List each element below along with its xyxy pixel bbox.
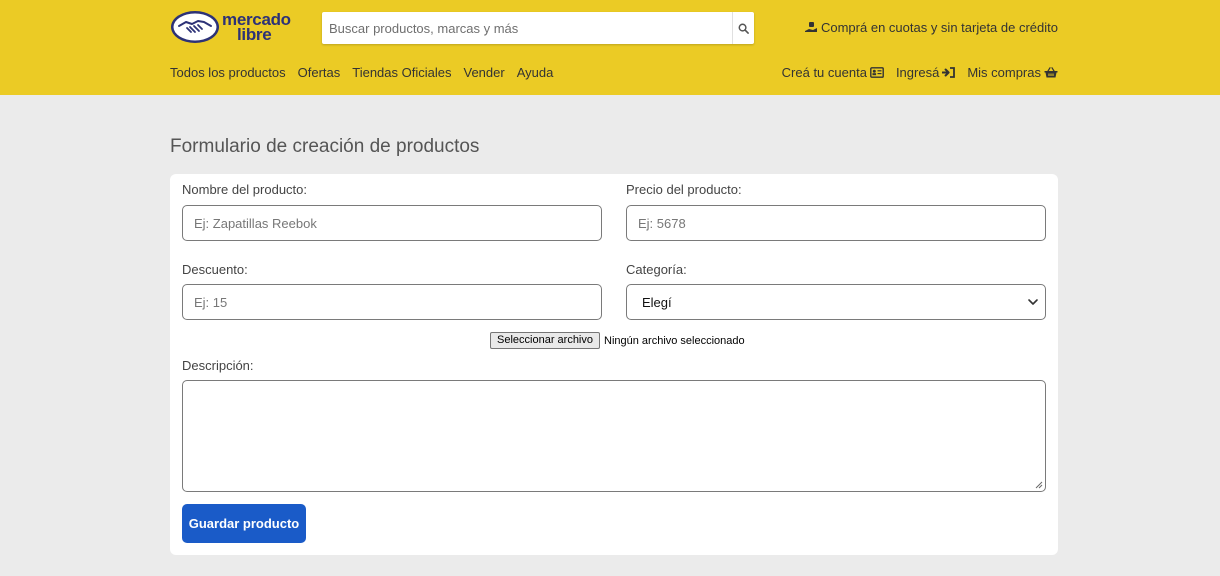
product-price-label: Precio del producto: — [626, 182, 742, 197]
id-card-icon — [870, 67, 884, 78]
category-select[interactable]: Elegí — [626, 284, 1046, 320]
installments-promo[interactable]: Comprá en cuotas y sin tarjeta de crédit… — [804, 20, 1058, 35]
discount-field — [182, 284, 602, 320]
discount-label: Descuento: — [182, 262, 248, 277]
my-purchases-label: Mis compras — [967, 65, 1041, 80]
description-field — [182, 380, 1046, 492]
save-product-button[interactable]: Guardar producto — [182, 504, 306, 543]
product-price-field — [626, 205, 1046, 241]
search-icon — [738, 23, 749, 34]
category-selected-value: Elegí — [642, 294, 672, 310]
image-file-input: Seleccionar archivo Ningún archivo selec… — [490, 332, 745, 349]
create-account-link[interactable]: Creá tu cuenta — [782, 65, 884, 80]
nav-sell[interactable]: Vender — [463, 65, 504, 80]
login-link[interactable]: Ingresá — [895, 65, 956, 80]
search-bar — [322, 12, 754, 44]
product-name-field — [182, 205, 602, 241]
promo-text: Comprá en cuotas y sin tarjeta de crédit… — [820, 20, 1058, 35]
nav-all-products[interactable]: Todos los productos — [170, 65, 286, 80]
logo-line-2: libre — [237, 25, 272, 44]
description-textarea[interactable] — [183, 381, 1045, 491]
product-name-input[interactable] — [183, 206, 601, 240]
my-purchases-link[interactable]: Mis compras — [967, 65, 1058, 80]
product-price-input[interactable] — [627, 206, 1045, 240]
nav-official-stores[interactable]: Tiendas Oficiales — [352, 65, 451, 80]
main-nav: Todos los productos Ofertas Tiendas Ofic… — [170, 65, 553, 80]
user-nav: Creá tu cuenta Ingresá Mis compras — [782, 65, 1058, 80]
select-file-button[interactable]: Seleccionar archivo — [490, 332, 600, 349]
chevron-down-icon — [1028, 299, 1038, 305]
hand-cash-icon — [804, 22, 817, 32]
search-input[interactable] — [322, 12, 732, 44]
shopping-basket-icon — [1044, 67, 1058, 78]
site-header: mercado libre Comprá en cuotas y sin tar… — [0, 0, 1220, 95]
product-name-label: Nombre del producto: — [182, 182, 308, 197]
create-account-label: Creá tu cuenta — [781, 65, 867, 80]
category-label: Categoría: — [626, 262, 687, 277]
resize-handle-icon[interactable] — [1035, 481, 1043, 489]
mercado-libre-logo[interactable]: mercado libre — [170, 9, 300, 45]
product-form: Nombre del producto: Precio del producto… — [170, 174, 1058, 555]
login-label: Ingresá — [895, 65, 940, 80]
mercado-libre-handshake-icon — [171, 11, 219, 43]
logo-wordmark: mercado libre — [222, 11, 291, 44]
page-title: Formulario de creación de productos — [170, 136, 480, 157]
file-status-text: Ningún archivo seleccionado — [604, 334, 745, 347]
nav-help[interactable]: Ayuda — [517, 65, 554, 80]
discount-input[interactable] — [183, 285, 601, 319]
search-button[interactable] — [732, 12, 754, 44]
description-label: Descripción: — [182, 358, 254, 373]
nav-offers[interactable]: Ofertas — [298, 65, 341, 80]
sign-in-icon — [942, 67, 956, 78]
